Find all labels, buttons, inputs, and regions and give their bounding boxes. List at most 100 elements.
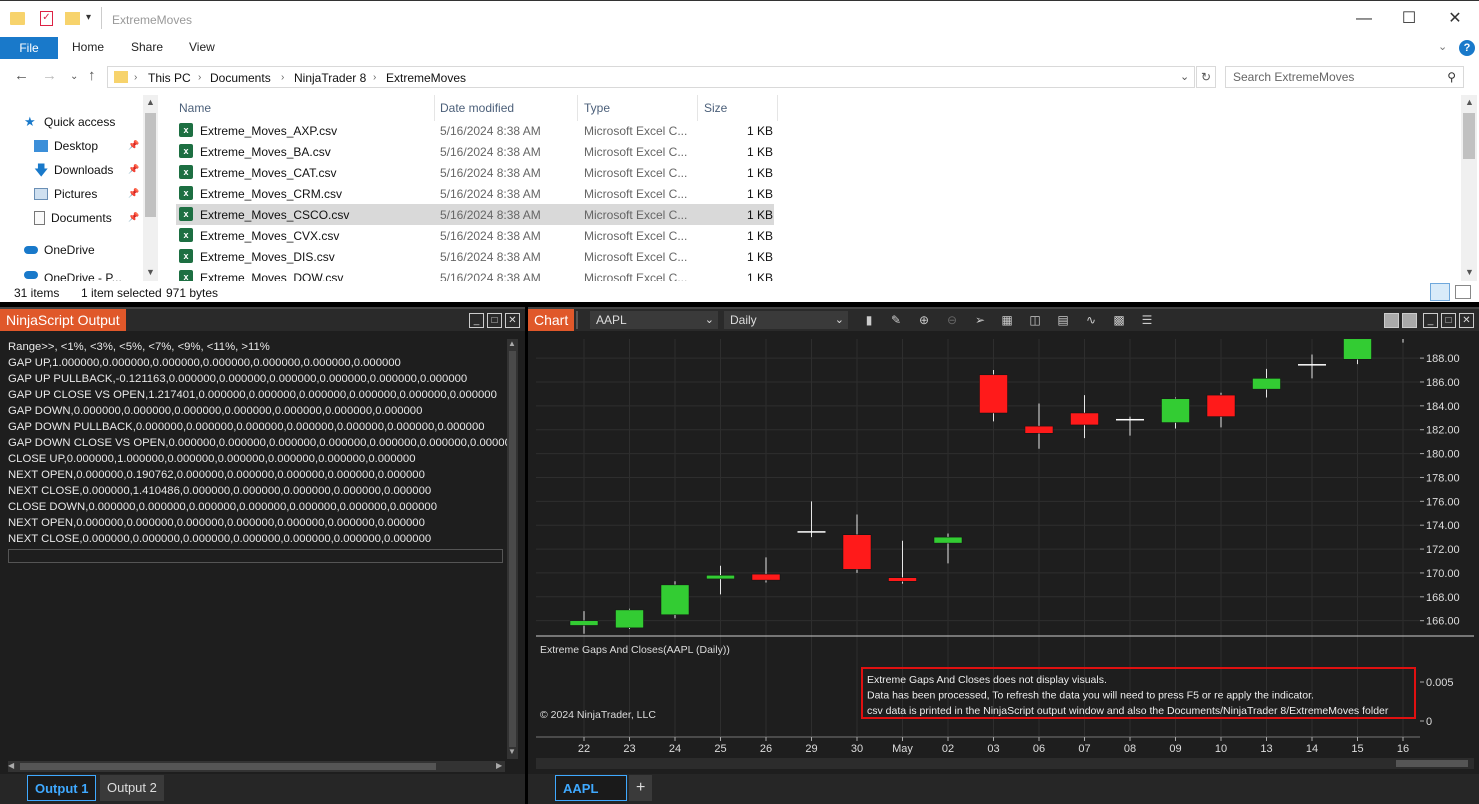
breadcrumb-ninjatrader[interactable]: NinjaTrader 8 — [294, 71, 366, 85]
properties-icon[interactable]: ✓ — [40, 11, 53, 26]
file-row[interactable]: x Extreme_Moves_DOW.csv 5/16/2024 8:38 AM M… — [176, 267, 774, 281]
tab-view[interactable]: View — [189, 40, 215, 54]
expand-ribbon-icon[interactable]: ⌄ — [1438, 40, 1447, 53]
file-row[interactable]: x Extreme_Moves_CSCO.csv 5/16/2024 8:38 AM… — [176, 204, 774, 225]
bar-settings-icon[interactable]: ◫ — [1027, 313, 1043, 328]
scroll-left-icon[interactable]: ◀ — [8, 761, 14, 770]
nav-pictures[interactable]: Pictures — [34, 183, 97, 205]
x-tick-label: 03 — [987, 743, 999, 755]
scroll-right-icon[interactable]: ▶ — [496, 761, 502, 770]
breadcrumb-this-pc[interactable]: This PC — [148, 71, 191, 85]
column-type[interactable]: Type — [584, 101, 610, 115]
chart-style-icon[interactable]: ▮ — [861, 313, 877, 328]
file-row[interactable]: x Extreme_Moves_CRM.csv 5/16/2024 8:38 AM M… — [176, 183, 774, 204]
nav-onedrive-personal[interactable]: OneDrive - P... — [24, 271, 122, 281]
scroll-down-icon[interactable]: ▼ — [508, 747, 516, 756]
output-line: NEXT OPEN,0.000000,0.000000,0.000000,0.0… — [8, 517, 425, 529]
candle-body — [1252, 378, 1281, 390]
close-button[interactable]: ✕ — [1432, 1, 1478, 37]
candle-body — [979, 374, 1008, 414]
output-horizontal-scrollbar[interactable]: ◀ ▶ — [8, 761, 505, 772]
output-vertical-scrollbar[interactable]: ▲ ▼ — [507, 339, 518, 759]
maximize-button[interactable]: □ — [1441, 313, 1456, 328]
scroll-up-icon[interactable]: ▲ — [508, 339, 516, 348]
minimize-button[interactable]: _ — [1423, 313, 1438, 328]
drawing-tool-icon[interactable]: ✎ — [888, 313, 904, 328]
data-box-icon[interactable]: ▦ — [999, 313, 1015, 328]
file-list-scrollbar[interactable]: ▲ ▼ — [1461, 95, 1477, 281]
new-folder-icon[interactable] — [65, 12, 80, 25]
tab-aapl[interactable]: AAPL — [555, 775, 627, 801]
scroll-down-icon[interactable]: ▼ — [146, 267, 155, 277]
add-tab-button[interactable]: + — [629, 775, 653, 801]
column-divider[interactable] — [777, 95, 778, 121]
maximize-button[interactable]: ☐ — [1386, 1, 1432, 37]
refresh-button[interactable]: ↻ — [1196, 66, 1216, 88]
zoom-out-icon[interactable]: ⊖ — [944, 313, 960, 328]
nav-desktop[interactable]: Desktop — [34, 135, 98, 157]
address-bar[interactable]: › This PC › Documents › NinjaTrader 8 › … — [107, 66, 1195, 88]
zoom-in-icon[interactable]: ⊕ — [916, 313, 932, 328]
details-view-icon[interactable] — [1430, 283, 1450, 301]
indicators-icon[interactable]: ▤ — [1055, 313, 1071, 328]
link-icon[interactable] — [1402, 313, 1417, 328]
breadcrumb-extrememoves[interactable]: ExtremeMoves — [386, 71, 466, 85]
search-placeholder: Search ExtremeMoves — [1233, 70, 1355, 84]
minimize-button[interactable]: _ — [469, 313, 484, 328]
close-button[interactable]: ✕ — [505, 313, 520, 328]
scroll-thumb[interactable] — [509, 351, 516, 747]
back-arrow-icon[interactable]: ← — [14, 67, 29, 84]
tab-share[interactable]: Share — [131, 40, 163, 54]
search-input[interactable]: Search ExtremeMoves ⚲ — [1225, 66, 1464, 88]
y-tick-label: 176.00 — [1426, 496, 1460, 508]
column-date-modified[interactable]: Date modified — [440, 101, 514, 115]
scroll-up-icon[interactable]: ▲ — [146, 97, 155, 107]
minimize-button[interactable]: — — [1341, 1, 1387, 37]
properties-icon[interactable]: ▩ — [1111, 313, 1127, 328]
nav-onedrive[interactable]: OneDrive — [24, 239, 95, 261]
tab-home[interactable]: Home — [72, 40, 104, 54]
tab-output-2[interactable]: Output 2 — [100, 775, 164, 801]
scroll-thumb[interactable] — [20, 763, 436, 770]
scroll-thumb[interactable] — [1463, 113, 1475, 159]
chart-trader-icon[interactable]: ☰ — [1139, 313, 1155, 328]
file-row[interactable]: x Extreme_Moves_CAT.csv 5/16/2024 8:38 AM M… — [176, 162, 774, 183]
column-divider[interactable] — [577, 95, 578, 121]
up-arrow-icon[interactable]: ↑ — [88, 67, 96, 84]
column-size[interactable]: Size — [704, 101, 727, 115]
file-row[interactable]: x Extreme_Moves_DIS.csv 5/16/2024 8:38 AM M… — [176, 246, 774, 267]
large-icons-view-icon[interactable] — [1455, 285, 1471, 299]
instrument-selector[interactable]: AAPL ⌄ — [590, 311, 718, 329]
address-dropdown-icon[interactable]: ⌄ — [1180, 70, 1189, 83]
scroll-thumb[interactable] — [145, 113, 156, 217]
maximize-button[interactable]: □ — [487, 313, 502, 328]
scroll-down-icon[interactable]: ▼ — [1465, 267, 1474, 277]
file-row[interactable]: x Extreme_Moves_CVX.csv 5/16/2024 8:38 AM M… — [176, 225, 774, 246]
nav-scrollbar[interactable]: ▲ ▼ — [143, 95, 158, 281]
help-icon[interactable]: ? — [1459, 40, 1475, 56]
recent-locations-icon[interactable]: ⌄ — [70, 71, 78, 82]
nav-quick-access[interactable]: ★ Quick access — [24, 111, 115, 133]
strategies-icon[interactable]: ∿ — [1083, 313, 1099, 328]
column-name[interactable]: Name — [179, 101, 211, 115]
breadcrumb-separator: › — [198, 72, 202, 83]
forward-arrow-icon[interactable]: → — [42, 67, 57, 84]
nav-documents[interactable]: Documents — [34, 207, 112, 229]
close-button[interactable]: ✕ — [1459, 313, 1474, 328]
price-chart[interactable]: 166.00 168.00 170.00 172.00 174.00 176.00 178.… — [536, 339, 1474, 769]
pointer-icon[interactable]: ➢ — [972, 313, 988, 328]
tab-file[interactable]: File — [0, 37, 58, 59]
file-name: Extreme_Moves_AXP.csv — [200, 124, 338, 138]
desktop-icon — [34, 140, 48, 152]
tile-icon[interactable] — [1384, 313, 1399, 328]
file-row[interactable]: x Extreme_Moves_AXP.csv 5/16/2024 8:38 AM M… — [176, 120, 774, 141]
column-divider[interactable] — [697, 95, 698, 121]
scroll-up-icon[interactable]: ▲ — [1465, 97, 1474, 107]
column-divider[interactable] — [434, 95, 435, 121]
breadcrumb-documents[interactable]: Documents — [210, 71, 271, 85]
file-row[interactable]: x Extreme_Moves_BA.csv 5/16/2024 8:38 AM Mi… — [176, 141, 774, 162]
customize-toolbar-icon[interactable]: ▾ — [86, 12, 91, 23]
nav-downloads[interactable]: 🡇 Downloads — [34, 159, 113, 181]
tab-output-1[interactable]: Output 1 — [27, 775, 97, 801]
interval-selector[interactable]: Daily ⌄ — [724, 311, 848, 329]
